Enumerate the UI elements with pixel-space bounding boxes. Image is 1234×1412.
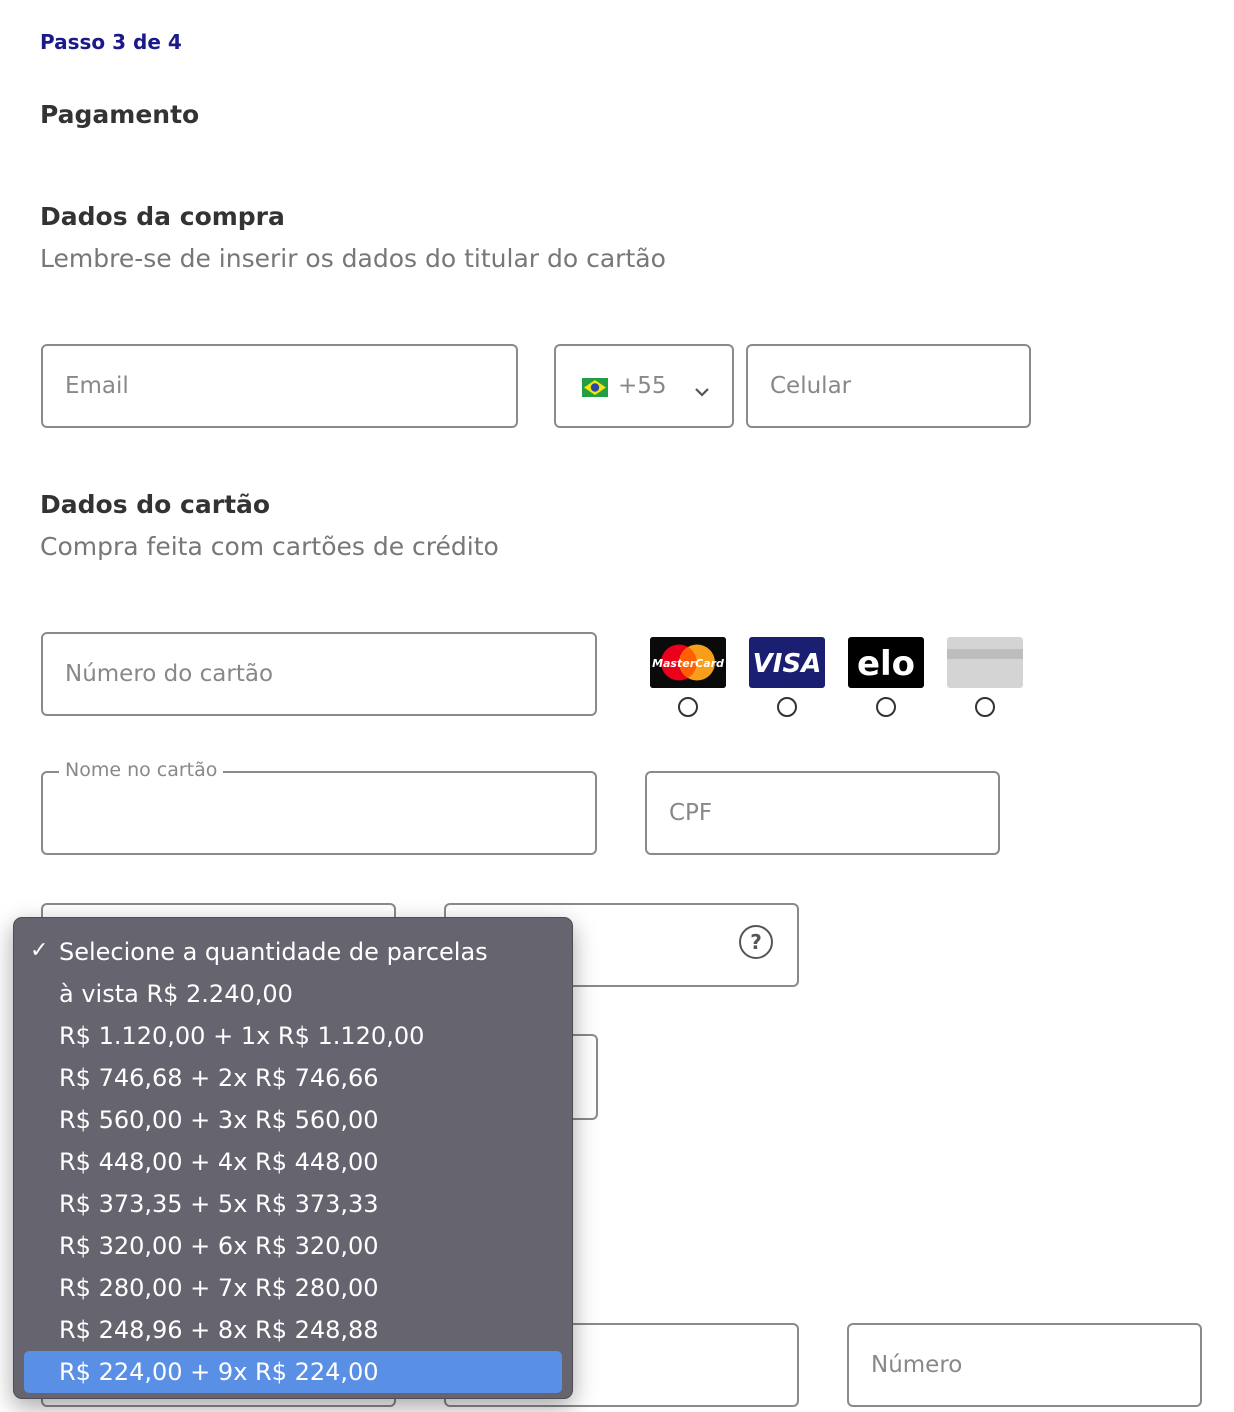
radio-generic-card[interactable] xyxy=(975,697,995,717)
card-number-field[interactable]: Número do cartão xyxy=(41,632,597,716)
installment-option[interactable]: R$ 560,00 + 3x R$ 560,00 xyxy=(14,1099,572,1141)
svg-text:MasterCard: MasterCard xyxy=(652,657,724,670)
radio-elo[interactable] xyxy=(876,697,896,717)
purchase-section-subtitle: Lembre-se de inserir os dados do titular… xyxy=(40,244,666,273)
address-number-field[interactable]: Número xyxy=(847,1323,1202,1407)
country-code-value: +55 xyxy=(618,373,667,399)
phone-placeholder: Celular xyxy=(770,373,852,399)
installment-option[interactable]: R$ 280,00 + 7x R$ 280,00 xyxy=(14,1267,572,1309)
chevron-down-icon xyxy=(694,378,710,404)
country-code-select[interactable]: +55 xyxy=(554,344,734,428)
card-number-placeholder: Número do cartão xyxy=(65,661,274,687)
installments-dropdown-menu[interactable]: ✓ Selecione a quantidade de parcelas à v… xyxy=(13,917,573,1399)
email-placeholder: Email xyxy=(65,373,129,399)
installment-option[interactable]: R$ 248,96 + 8x R$ 248,88 xyxy=(14,1309,572,1351)
page-title: Pagamento xyxy=(40,100,200,129)
svg-text:elo: elo xyxy=(857,644,915,684)
cpf-field[interactable]: CPF xyxy=(645,771,1000,855)
installment-option[interactable]: R$ 373,35 + 5x R$ 373,33 xyxy=(14,1183,572,1225)
installment-option[interactable]: ✓ Selecione a quantidade de parcelas xyxy=(14,931,572,973)
installment-option-highlighted[interactable]: R$ 224,00 + 9x R$ 224,00 xyxy=(24,1351,562,1393)
card-name-field[interactable]: Nome no cartão xyxy=(41,759,597,855)
phone-field[interactable]: Celular xyxy=(746,344,1031,428)
card-section-title: Dados do cartão xyxy=(40,490,271,519)
brazil-flag-icon xyxy=(582,377,608,397)
generic-card-icon xyxy=(947,637,1023,688)
radio-visa[interactable] xyxy=(777,697,797,717)
card-section-subtitle: Compra feita com cartões de crédito xyxy=(40,532,499,561)
visa-logo-icon: VISA xyxy=(749,637,825,688)
checkmark-icon: ✓ xyxy=(30,938,49,963)
purchase-section-title: Dados da compra xyxy=(40,202,285,231)
installment-option[interactable]: R$ 320,00 + 6x R$ 320,00 xyxy=(14,1225,572,1267)
installment-option[interactable]: R$ 1.120,00 + 1x R$ 1.120,00 xyxy=(14,1015,572,1057)
installment-option[interactable]: R$ 448,00 + 4x R$ 448,00 xyxy=(14,1141,572,1183)
step-indicator: Passo 3 de 4 xyxy=(40,30,182,54)
card-name-label: Nome no cartão xyxy=(59,759,224,781)
help-icon[interactable]: ? xyxy=(739,925,773,959)
cpf-placeholder: CPF xyxy=(669,800,713,826)
address-number-placeholder: Número xyxy=(871,1352,963,1378)
installment-option[interactable]: R$ 746,68 + 2x R$ 746,66 xyxy=(14,1057,572,1099)
radio-mastercard[interactable] xyxy=(678,697,698,717)
email-field[interactable]: Email xyxy=(41,344,518,428)
svg-text:VISA: VISA xyxy=(753,649,822,679)
installment-option[interactable]: à vista R$ 2.240,00 xyxy=(14,973,572,1015)
elo-logo-icon: elo xyxy=(848,637,924,688)
mastercard-logo-icon: MasterCard xyxy=(650,637,726,688)
